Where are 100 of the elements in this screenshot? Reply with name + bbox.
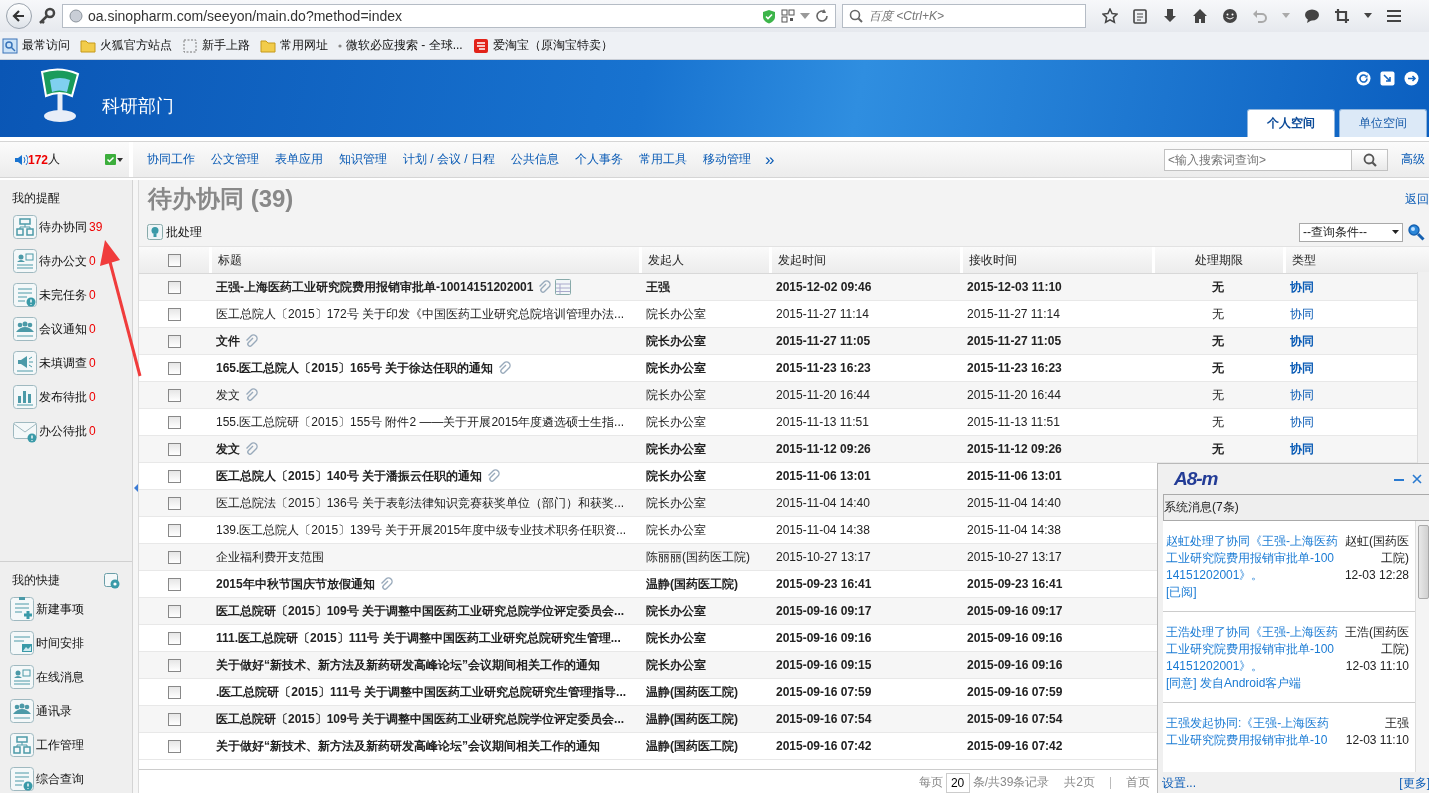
checkbox[interactable] bbox=[167, 658, 181, 672]
checkbox[interactable] bbox=[167, 388, 181, 402]
document-title[interactable]: 医工总院研〔2015〕109号 关于调整中国医药工业研究总院学位评定委员会... bbox=[216, 710, 625, 728]
space-tab[interactable]: 个人空间 bbox=[1247, 109, 1335, 137]
reminder-item[interactable]: 待办协同 39 bbox=[13, 215, 132, 239]
reminder-item[interactable]: 待办公文 0 bbox=[13, 249, 132, 273]
document-title[interactable]: 发文 bbox=[216, 440, 240, 458]
reminder-item[interactable]: 发布待批 0 bbox=[13, 385, 132, 409]
shortcut-item[interactable]: 综合查询 bbox=[10, 767, 132, 791]
bookmark-item[interactable]: 微软必应搜索 - 全球... bbox=[338, 37, 463, 54]
refresh-icon[interactable] bbox=[1356, 71, 1371, 86]
scrollbar[interactable] bbox=[1415, 521, 1429, 772]
checkbox[interactable] bbox=[167, 685, 181, 699]
checkbox[interactable] bbox=[167, 415, 181, 429]
checkbox[interactable] bbox=[167, 739, 181, 753]
bookmark-item[interactable]: 最常访问 bbox=[2, 37, 70, 54]
nav-menu-item[interactable]: 表单应用 bbox=[267, 151, 331, 168]
status-button[interactable] bbox=[105, 154, 123, 165]
nav-menu-item[interactable]: 协同工作 bbox=[139, 151, 203, 168]
reload-icon[interactable] bbox=[815, 9, 829, 23]
reminder-item[interactable]: 会议通知 0 bbox=[13, 317, 132, 341]
more-link[interactable]: » bbox=[759, 149, 781, 170]
document-title[interactable]: 医工总院研〔2015〕109号 关于调整中国医药工业研究总院学位评定委员会... bbox=[216, 602, 625, 620]
nav-menu-item[interactable]: 计划 / 会议 / 日程 bbox=[395, 151, 503, 168]
settings-icon[interactable] bbox=[104, 572, 120, 589]
checkbox[interactable] bbox=[167, 334, 181, 348]
back-link[interactable]: 返回 bbox=[1405, 190, 1429, 208]
back-button[interactable] bbox=[6, 3, 32, 29]
checkbox[interactable] bbox=[167, 712, 181, 726]
document-title[interactable]: 医工总院人〔2015〕140号 关于潘振云任职的通知 bbox=[216, 467, 483, 485]
home-icon[interactable] bbox=[1192, 8, 1208, 24]
search-input[interactable]: 百度 <Ctrl+K> bbox=[869, 9, 1069, 23]
checkbox[interactable] bbox=[167, 280, 181, 294]
address-bar[interactable]: oa.sinopharm.com/seeyon/main.do?method=index bbox=[62, 4, 836, 28]
query-dropdown[interactable]: --查询条件-- bbox=[1299, 222, 1403, 242]
speech-bubble-icon[interactable] bbox=[1304, 8, 1320, 24]
search-icon[interactable] bbox=[1407, 223, 1425, 241]
checkbox[interactable] bbox=[167, 550, 181, 564]
message-link[interactable]: 王强发起协同:《王强-上海医药工业研究院费用报销审批单-10 bbox=[1166, 715, 1340, 749]
first-page-link[interactable]: 首页 bbox=[1126, 774, 1150, 791]
shortcut-item[interactable]: 通讯录 bbox=[10, 699, 132, 723]
logout-icon[interactable] bbox=[1404, 71, 1419, 86]
checkbox[interactable] bbox=[167, 307, 181, 321]
batch-button[interactable]: 批处理 bbox=[147, 223, 202, 241]
document-title[interactable]: 2015年中秋节国庆节放假通知 bbox=[216, 575, 375, 593]
document-title[interactable]: 155.医工总院研〔2015〕155号 附件2 ——关于开展2015年度遴选硕士生指... bbox=[216, 413, 625, 431]
nav-menu-item[interactable]: 常用工具 bbox=[631, 151, 695, 168]
shortcut-item[interactable]: 时间安排 bbox=[10, 631, 132, 655]
checkbox[interactable] bbox=[167, 577, 181, 591]
collapse-arrow-icon[interactable] bbox=[133, 483, 138, 492]
document-title[interactable]: 关于做好“新技术、新方法及新药研发高峰论坛”会议期间相关工作的通知 bbox=[216, 737, 600, 755]
nav-menu-item[interactable]: 知识管理 bbox=[331, 151, 395, 168]
reminder-item[interactable]: 办公待批 0 bbox=[13, 419, 132, 443]
advanced-link[interactable]: 高级 bbox=[1388, 151, 1429, 168]
minimize-window-icon[interactable] bbox=[1380, 71, 1395, 86]
checkbox[interactable] bbox=[167, 469, 181, 483]
clipboard-icon[interactable] bbox=[1132, 8, 1148, 24]
type-link[interactable]: 协同 bbox=[1290, 305, 1314, 323]
message-link[interactable]: 王浩处理了协同《王强-上海医药工业研究院费用报销审批单-10014151202001》。 bbox=[1166, 624, 1340, 675]
message-status[interactable]: [已阅] bbox=[1166, 584, 1340, 601]
document-title[interactable]: 关于做好“新技术、新方法及新药研发高峰论坛”会议期间相关工作的通知 bbox=[216, 656, 600, 674]
nav-menu-item[interactable]: 移动管理 bbox=[695, 151, 759, 168]
search-button[interactable] bbox=[1352, 148, 1388, 171]
star-icon[interactable] bbox=[1102, 8, 1118, 24]
reminder-item[interactable]: 未填调查 0 bbox=[13, 351, 132, 375]
menu-icon[interactable] bbox=[1386, 9, 1402, 23]
document-title[interactable]: 165.医工总院人〔2015〕165号 关于徐达任职的通知 bbox=[216, 359, 494, 377]
bookmark-item[interactable]: 常用网址 bbox=[260, 37, 328, 54]
checkbox[interactable] bbox=[167, 361, 181, 375]
document-title[interactable]: 企业福利费开支范围 bbox=[216, 548, 324, 566]
nav-menu-item[interactable]: 公共信息 bbox=[503, 151, 567, 168]
document-title[interactable]: 王强-上海医药工业研究院费用报销审批单-10014151202001 bbox=[216, 278, 534, 296]
document-title[interactable]: 139.医工总院人〔2015〕139号 关于开展2015年度中级专业技术职务任职资... bbox=[216, 521, 627, 539]
document-title[interactable]: 医工总院法〔2015〕136号 关于表彰法律知识竞赛获奖单位（部门）和获奖... bbox=[216, 494, 625, 512]
checkbox[interactable] bbox=[167, 523, 181, 537]
shortcut-item[interactable]: 工作管理 bbox=[10, 733, 132, 757]
checkbox[interactable] bbox=[167, 496, 181, 510]
reminder-item[interactable]: 未完任务 0 bbox=[13, 283, 132, 307]
type-link[interactable]: 协同 bbox=[1290, 413, 1314, 431]
message-link[interactable]: 赵虹处理了协同《王强-上海医药工业研究院费用报销审批单-10014151202001》。 bbox=[1166, 533, 1340, 584]
type-link[interactable]: 协同 bbox=[1290, 440, 1314, 458]
page-size-field[interactable]: 20 bbox=[945, 772, 970, 793]
undo-icon[interactable] bbox=[1252, 8, 1268, 24]
type-link[interactable]: 协同 bbox=[1290, 278, 1314, 296]
message-status[interactable]: [同意] 发自Android客户端 bbox=[1166, 675, 1340, 692]
search-field[interactable]: <输入搜索词查询> bbox=[1164, 148, 1352, 171]
shortcut-item[interactable]: 在线消息 bbox=[10, 665, 132, 689]
download-icon[interactable] bbox=[1162, 8, 1178, 24]
bookmark-item[interactable]: 新手上路 bbox=[182, 37, 250, 54]
bookmark-item[interactable]: 爱淘宝（原淘宝特卖） bbox=[472, 37, 613, 54]
crop-icon[interactable] bbox=[1334, 8, 1350, 24]
settings-link[interactable]: 设置... bbox=[1162, 774, 1196, 792]
search-field[interactable]: 百度 <Ctrl+K> bbox=[842, 4, 1086, 28]
smiley-icon[interactable] bbox=[1222, 8, 1238, 24]
type-link[interactable]: 协同 bbox=[1290, 359, 1314, 377]
shortcut-item[interactable]: 新建事项 bbox=[10, 597, 132, 621]
dropdown-icon[interactable] bbox=[1364, 13, 1372, 19]
checkbox[interactable] bbox=[167, 604, 181, 618]
nav-menu-item[interactable]: 公文管理 bbox=[203, 151, 267, 168]
checkbox[interactable] bbox=[167, 631, 181, 645]
